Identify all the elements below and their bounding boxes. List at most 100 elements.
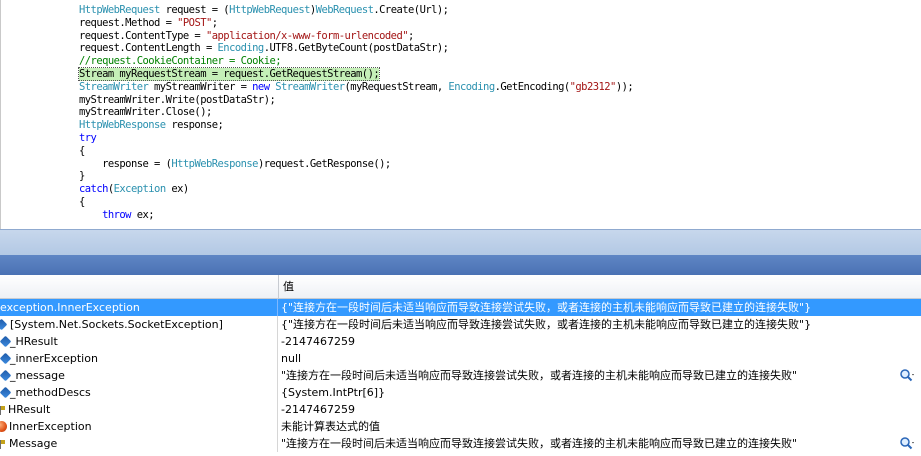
row-value[interactable]: {System.IntPtr[6]} [281, 384, 901, 401]
editor-margin [0, 0, 1, 229]
code-token: myStreamWriter = [148, 80, 253, 93]
code-token: request.ContentType = [79, 29, 206, 42]
row-name-cell[interactable]: _message [0, 367, 278, 384]
code-line-current[interactable]: Stream myRequestStream = request.GetRequ… [77, 67, 381, 81]
row-value[interactable]: {"连接方在一段时间后未适当响应而导致连接尝试失败，或者连接的主机未能响应而导致… [281, 316, 901, 333]
code-token: ex; [130, 208, 155, 221]
code-editor[interactable]: HttpWebRequest request = (HttpWebRequest… [0, 0, 921, 229]
code-token: catch [79, 183, 108, 196]
code-token: new [252, 80, 270, 93]
code-token: Encoding [217, 42, 265, 55]
code-line[interactable]: request.ContentType = "application/x-www… [79, 30, 414, 43]
code-line[interactable]: request.Method = "POST"; [79, 17, 218, 30]
code-token: .UTF8.GetByteCount(postDataStr); [263, 42, 449, 55]
field-icon [0, 318, 8, 331]
code-token: HttpWebResponse [171, 157, 258, 170]
grid-row[interactable]: [System.Net.Sockets.SocketException] {"连接… [0, 316, 921, 333]
row-value[interactable]: "连接方在一段时间后未适当响应而导致连接尝试失败，或者连接的主机未能响应而导致已… [281, 435, 901, 452]
row-value[interactable]: null [281, 350, 901, 367]
code-line[interactable]: request.ContentLength = Encoding.UTF8.Ge… [79, 42, 449, 55]
code-token: HttpWebResponse [79, 119, 166, 132]
property-icon [0, 404, 7, 415]
code-line[interactable]: try [79, 132, 97, 145]
code-token: WebRequest [315, 4, 374, 16]
code-line[interactable]: { [79, 196, 85, 209]
grid-row[interactable]: _methodDescs {System.IntPtr[6]} [0, 384, 921, 401]
column-header-value[interactable]: 值 [283, 275, 294, 298]
locals-window-title-bar [0, 255, 921, 275]
code-token: Exception [113, 183, 167, 196]
code-line[interactable]: myStreamWriter.Close(); [79, 106, 212, 119]
code-line[interactable]: HttpWebRequest request = (HttpWebRequest… [79, 4, 449, 17]
code-line[interactable]: throw ex; [79, 208, 155, 222]
code-line[interactable]: catch(Exception ex) [79, 183, 189, 196]
locals-grid[interactable]: 值 exception.InnerException {"连接方在一段时间后未适当… [0, 275, 921, 452]
code-token: "POST" [177, 16, 212, 29]
row-name-cell[interactable]: exception.InnerException [0, 299, 278, 316]
row-name-cell[interactable]: Message [0, 435, 278, 452]
code-token: StreamWriter [275, 80, 345, 93]
row-name-cell[interactable]: [System.Net.Sockets.SocketException] [0, 316, 278, 333]
grid-header: 值 [0, 275, 921, 299]
row-value[interactable]: -2147467259 [281, 401, 901, 418]
code-token: myStreamWriter.Write(postDataStr); [79, 93, 276, 106]
code-token: "gb2312" [569, 80, 617, 93]
code-line[interactable]: myStreamWriter.Write(postDataStr); [79, 93, 276, 107]
row-name: [System.Net.Sockets.SocketException] [10, 318, 223, 331]
code-line[interactable]: StreamWriter myStreamWriter = new Stream… [79, 80, 634, 94]
text-visualizer-icon[interactable] [899, 368, 915, 383]
code-token: request.Method = [79, 16, 178, 29]
column-header-name[interactable] [0, 275, 279, 298]
row-name: _innerException [10, 352, 98, 365]
row-name: exception.InnerException [0, 301, 140, 314]
code-line[interactable]: { [79, 145, 85, 158]
grid-row[interactable]: HResult -2147467259 [0, 401, 921, 418]
error-icon [0, 421, 7, 432]
code-token: ex) [165, 183, 189, 196]
grid-row[interactable]: InnerException 未能计算表达式的值 [0, 418, 921, 435]
row-value[interactable]: {"连接方在一段时间后未适当响应而导致连接尝试失败，或者连接的主机未能响应而导致… [281, 299, 901, 316]
row-name-cell[interactable]: _innerException [0, 350, 278, 367]
row-name-cell[interactable]: _HResult [0, 333, 278, 350]
row-value[interactable]: -2147467259 [281, 333, 901, 350]
code-token: )); [615, 80, 634, 93]
code-token: { [79, 196, 85, 208]
row-name: HResult [8, 403, 51, 416]
code-line[interactable]: HttpWebResponse response; [79, 119, 224, 132]
code-token: } [79, 170, 85, 183]
row-name-cell[interactable]: InnerException [0, 418, 278, 435]
code-token: ; [211, 16, 218, 29]
row-name: _methodDescs [10, 386, 91, 399]
row-name: Message [9, 437, 58, 450]
row-name-cell[interactable]: HResult [0, 401, 278, 418]
code-token: response; [165, 119, 224, 132]
pane-splitter[interactable] [0, 229, 921, 256]
row-name: InnerException [9, 420, 92, 433]
row-value[interactable]: "连接方在一段时间后未适当响应而导致连接尝试失败，或者连接的主机未能响应而导致已… [281, 367, 901, 384]
grid-row[interactable]: Message "连接方在一段时间后未适当响应而导致连接尝试失败，或者连接的主机未… [0, 435, 921, 452]
row-name: _message [10, 369, 65, 382]
row-value[interactable]: 未能计算表达式的值 [281, 418, 901, 435]
row-name: _HResult [10, 335, 58, 348]
code-token: { [79, 144, 85, 157]
code-token: )request.GetResponse(); [257, 157, 391, 170]
grid-row[interactable]: _HResult -2147467259 [0, 333, 921, 350]
code-token: ; [408, 29, 414, 42]
row-name-cell[interactable]: _methodDescs [0, 384, 278, 401]
code-token: try [79, 132, 97, 144]
code-line[interactable]: response = (HttpWebResponse)request.GetR… [79, 158, 391, 171]
code-token: myStreamWriter.Close(); [79, 106, 212, 119]
code-token: (myRequestStream, [344, 80, 449, 93]
code-token: .Create(Url); [373, 4, 449, 16]
code-token: HttpWebRequest [229, 4, 310, 16]
grid-row[interactable]: _message "连接方在一段时间后未适当响应而导致连接尝试失败，或者连接的主机… [0, 367, 921, 384]
code-token: request = ( [159, 4, 230, 16]
code-token: throw [102, 208, 131, 221]
code-token: Stream myRequestStream = request.GetRequ… [79, 68, 380, 80]
grid-row-selected[interactable]: exception.InnerException {"连接方在一段时间后未适当响应… [0, 299, 921, 316]
grid-row[interactable]: _innerException null [0, 350, 921, 367]
code-line[interactable]: } [79, 170, 85, 183]
code-token: "application/x-www-form-urlencoded" [205, 29, 409, 42]
code-line[interactable]: //request.CookieContainer = Cookie; [79, 55, 282, 68]
